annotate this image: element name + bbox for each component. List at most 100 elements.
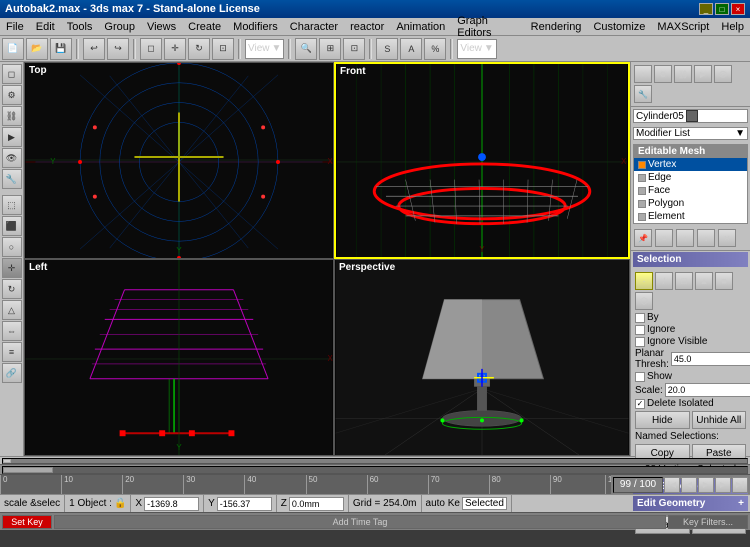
undo-button[interactable]: ↩	[83, 38, 105, 60]
motion-tool[interactable]: ▶	[2, 127, 22, 147]
stack-up-btn[interactable]: ↑	[676, 229, 694, 247]
rp-motion-btn[interactable]: ▶	[694, 65, 712, 83]
left-viewport[interactable]: Left	[24, 259, 334, 456]
set-key-btn[interactable]: Set Key	[2, 515, 52, 529]
hide-button[interactable]: Hide	[635, 411, 690, 429]
rp-hierarchy-btn[interactable]: ⛓	[674, 65, 692, 83]
menu-maxscript[interactable]: MAXScript	[651, 18, 715, 35]
menu-rendering[interactable]: Rendering	[525, 18, 588, 35]
menu-tools[interactable]: Tools	[61, 18, 99, 35]
front-viewport[interactable]: Front	[334, 62, 630, 259]
rotate-button[interactable]: ↻	[188, 38, 210, 60]
modifier-list-dropdown[interactable]: Modifier List ▼	[633, 127, 748, 140]
select-button[interactable]: ◻	[140, 38, 162, 60]
timeline-scroll[interactable]	[0, 464, 750, 474]
sel-vertex-icon[interactable]: ·	[635, 272, 653, 290]
delete-isolated-checkbox[interactable]	[635, 399, 645, 409]
menu-help[interactable]: Help	[715, 18, 750, 35]
menu-file[interactable]: File	[0, 18, 30, 35]
menu-customize[interactable]: Customize	[587, 18, 651, 35]
link-tool[interactable]: 🔗	[2, 363, 22, 383]
selection-section-title[interactable]: Selection	[633, 252, 748, 267]
modify-tool[interactable]: ⚙	[2, 85, 22, 105]
move-button[interactable]: ✛	[164, 38, 186, 60]
x-input[interactable]	[144, 497, 199, 511]
sel-polygon-icon[interactable]: ■	[715, 272, 733, 290]
time-display[interactable]: 99 / 100	[613, 477, 663, 493]
region-zoom-button[interactable]: ⊡	[343, 38, 365, 60]
menu-create[interactable]: Create	[182, 18, 227, 35]
sel-element-icon[interactable]: ⬡	[635, 292, 653, 310]
object-name-field[interactable]: Cylinder05	[633, 109, 748, 123]
move-tool[interactable]: ✛	[2, 258, 22, 278]
viewport-dropdown[interactable]: View ▼	[245, 39, 284, 59]
planar-thresh-input[interactable]	[671, 352, 750, 366]
menu-edit[interactable]: Edit	[30, 18, 61, 35]
ignore-checkbox[interactable]	[635, 325, 645, 335]
rp-create-btn[interactable]: +	[634, 65, 652, 83]
close-button[interactable]: ×	[731, 3, 745, 15]
display-tool[interactable]: 👁	[2, 148, 22, 168]
save-button[interactable]: 💾	[50, 38, 72, 60]
minimize-button[interactable]: _	[699, 3, 713, 15]
z-input[interactable]	[289, 497, 344, 511]
mirror-tool[interactable]: ⇔	[2, 321, 22, 341]
mod-vertex[interactable]: Vertex	[634, 158, 747, 171]
menu-views[interactable]: Views	[141, 18, 182, 35]
play-btn[interactable]: ▶	[698, 477, 714, 493]
time-ruler[interactable]: 0 10 20 30 40 50 60 70 80 90 100	[0, 475, 611, 494]
percent-snap-toggle[interactable]: %	[424, 38, 446, 60]
stack-down-btn[interactable]: ↓	[697, 229, 715, 247]
mod-polygon[interactable]: Polygon	[634, 197, 747, 210]
menu-group[interactable]: Group	[98, 18, 141, 35]
align-tool[interactable]: ≡	[2, 342, 22, 362]
sel-edge-icon[interactable]: /	[655, 272, 673, 290]
create-tool[interactable]: ◻	[2, 64, 22, 84]
scale-button[interactable]: ⊡	[212, 38, 234, 60]
play-end-btn[interactable]: ▶|	[732, 477, 748, 493]
viewport2-dropdown[interactable]: View ▼	[457, 39, 496, 59]
unpin-stack-btn[interactable]: ≡	[655, 229, 673, 247]
progress-thumb[interactable]	[3, 459, 11, 463]
timeline-scroll-track[interactable]	[2, 466, 748, 474]
new-button[interactable]: 📄	[2, 38, 24, 60]
zoom-extents-button[interactable]: ⊞	[319, 38, 341, 60]
progress-track[interactable]	[2, 458, 748, 464]
timeline-scroll-thumb[interactable]	[3, 467, 53, 473]
by-checkbox[interactable]	[635, 313, 645, 323]
mod-element[interactable]: Element	[634, 210, 747, 223]
maximize-button[interactable]: □	[715, 3, 729, 15]
rp-utility-btn[interactable]: 🔧	[634, 85, 652, 103]
select-tool[interactable]: ⬚	[2, 195, 22, 215]
menu-character[interactable]: Character	[284, 18, 344, 35]
rp-modify-btn[interactable]: ⚙	[654, 65, 672, 83]
scale-tool[interactable]: △	[2, 300, 22, 320]
prev-frame-btn[interactable]: ◀	[681, 477, 697, 493]
utilities-tool[interactable]: 🔧	[2, 169, 22, 189]
angle-snap-toggle[interactable]: A	[400, 38, 422, 60]
y-input[interactable]	[217, 497, 272, 511]
selected-dropdown[interactable]: Selected	[462, 497, 507, 510]
object-color-swatch[interactable]	[686, 110, 698, 122]
select-region-tool[interactable]: ⬛	[2, 216, 22, 236]
show-checkbox[interactable]	[635, 372, 645, 382]
edit-geometry-section-title[interactable]: Edit Geometry +	[633, 496, 748, 511]
stack-delete-btn[interactable]: ✕	[718, 229, 736, 247]
menu-reactor[interactable]: reactor	[344, 18, 390, 35]
menu-modifiers[interactable]: Modifiers	[227, 18, 284, 35]
unhide-all-button[interactable]: Unhide All	[692, 411, 747, 429]
redo-button[interactable]: ↪	[107, 38, 129, 60]
rp-display-btn[interactable]: 👁	[714, 65, 732, 83]
menu-graph-editors[interactable]: Graph Editors	[451, 18, 524, 35]
open-button[interactable]: 📂	[26, 38, 48, 60]
play-start-btn[interactable]: |◀	[664, 477, 680, 493]
mod-face[interactable]: Face	[634, 184, 747, 197]
menu-animation[interactable]: Animation	[390, 18, 451, 35]
next-frame-btn[interactable]: ▶	[715, 477, 731, 493]
lasso-tool[interactable]: ○	[2, 237, 22, 257]
scale-input[interactable]	[665, 383, 750, 397]
key-filters-btn[interactable]: Key Filters...	[668, 515, 748, 529]
hierarchy-tool[interactable]: ⛓	[2, 106, 22, 126]
mod-edge[interactable]: Edge	[634, 171, 747, 184]
add-time-tag-area[interactable]: Add Time Tag	[54, 515, 666, 529]
